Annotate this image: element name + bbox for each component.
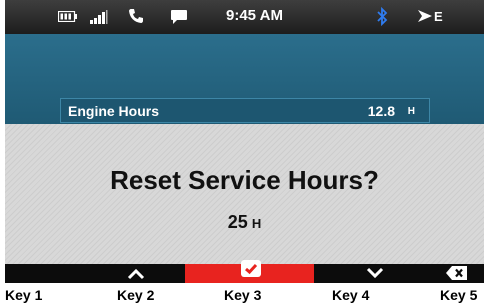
status-bar: 9:45 AM E bbox=[5, 0, 484, 34]
softkey-1[interactable] bbox=[5, 264, 85, 283]
down-arrow-icon bbox=[366, 267, 384, 279]
softkey-bar bbox=[5, 260, 484, 283]
engine-hours-value: 12.8 bbox=[367, 103, 395, 119]
engine-hours-row: Engine Hours 12.8 H bbox=[60, 98, 430, 123]
message-icon bbox=[171, 10, 187, 24]
dialog-title: Reset Service Hours? bbox=[110, 165, 379, 195]
service-hours-unit: H bbox=[251, 216, 262, 231]
check-icon bbox=[241, 260, 261, 277]
softkey-3-confirm[interactable] bbox=[185, 260, 314, 283]
engine-hours-unit: H bbox=[407, 106, 415, 117]
device-screen: 9:45 AM E Engine Hours 12.8 H Reset Serv… bbox=[5, 0, 484, 283]
softkey-4-down[interactable] bbox=[314, 264, 413, 283]
battery-icon bbox=[58, 11, 77, 22]
clock-time: 9:45 AM bbox=[226, 7, 283, 24]
key-label-5: Key 5 bbox=[440, 287, 478, 303]
key-labels: Key 1 Key 2 Key 3 Key 4 Key 5 bbox=[0, 287, 490, 306]
reset-dialog: Reset Service Hours? 25 H bbox=[5, 124, 484, 264]
signal-icon bbox=[90, 10, 108, 24]
bluetooth-icon bbox=[377, 7, 388, 26]
backspace-icon bbox=[446, 266, 467, 280]
key-label-2: Key 2 bbox=[117, 287, 155, 303]
compass-icon bbox=[418, 10, 432, 22]
phone-icon bbox=[129, 9, 143, 23]
key-label-3: Key 3 bbox=[224, 287, 262, 303]
dialog-value: 25 H bbox=[5, 212, 484, 233]
softkey-5-backspace[interactable] bbox=[413, 264, 484, 283]
key-label-4: Key 4 bbox=[332, 287, 370, 303]
softkey-2-up[interactable] bbox=[85, 264, 185, 283]
compass-heading: E bbox=[434, 9, 443, 24]
up-arrow-icon bbox=[127, 268, 145, 280]
engine-hours-label: Engine Hours bbox=[68, 103, 160, 119]
key-label-1: Key 1 bbox=[5, 287, 43, 303]
service-hours-value: 25 bbox=[227, 212, 248, 232]
